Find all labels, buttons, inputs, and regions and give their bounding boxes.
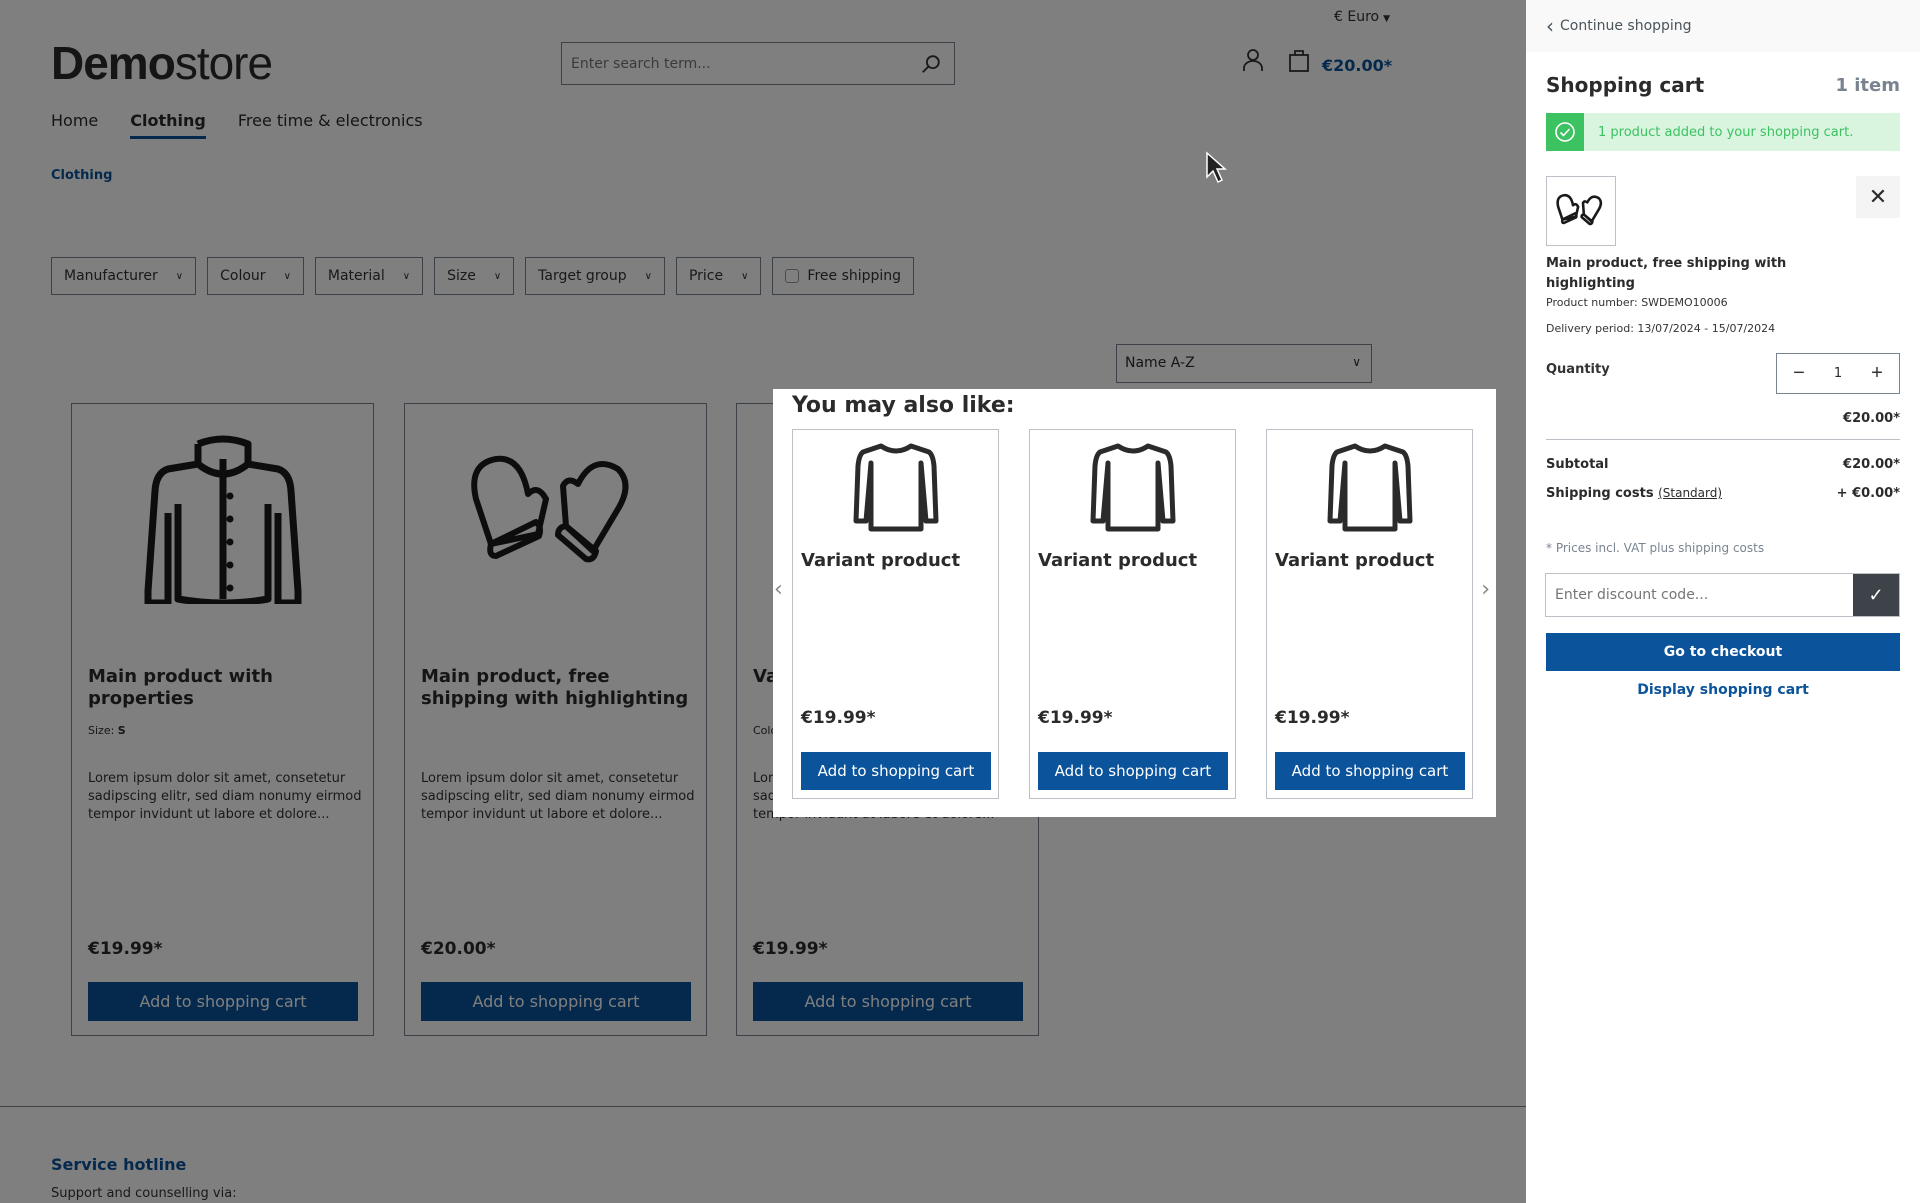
discount-code-input[interactable] xyxy=(1546,574,1853,616)
offcanvas-cart: ‹ Continue shopping Shopping cart 1 item … xyxy=(1526,0,1920,1203)
display-shopping-cart-link[interactable]: Display shopping cart xyxy=(1546,682,1900,698)
recommendation-card: Variant product €19.99* Add to shopping … xyxy=(1029,429,1236,799)
quantity-label: Quantity xyxy=(1546,362,1610,377)
shipping-value: + €0.00* xyxy=(1836,486,1900,501)
delivery-period: Delivery period: 13/07/2024 - 15/07/2024 xyxy=(1546,322,1776,335)
cart-item-image[interactable] xyxy=(1546,176,1616,246)
shipping-method-link[interactable]: (Standard) xyxy=(1658,486,1722,500)
minus-icon[interactable]: − xyxy=(1785,362,1813,385)
go-to-checkout-button[interactable]: Go to checkout xyxy=(1546,633,1900,671)
quantity-value[interactable]: 1 xyxy=(1834,366,1842,381)
recommendation-name[interactable]: Variant product xyxy=(1275,550,1434,571)
modal-title: You may also like: xyxy=(792,393,1015,418)
close-icon: ✕ xyxy=(1868,184,1888,210)
product-image[interactable] xyxy=(1267,440,1472,536)
plus-icon[interactable]: + xyxy=(1863,362,1891,385)
recommendation-price: €19.99* xyxy=(801,708,876,728)
recommendation-price: €19.99* xyxy=(1038,708,1113,728)
apply-discount-button[interactable]: ✓ xyxy=(1853,574,1899,616)
discount-form: ✓ xyxy=(1545,573,1900,617)
success-alert: 1 product added to your shopping cart. xyxy=(1546,113,1900,151)
continue-shopping-link[interactable]: ‹ Continue shopping xyxy=(1526,0,1920,52)
product-image[interactable] xyxy=(793,440,998,536)
divider xyxy=(1546,439,1900,440)
chevron-right-icon[interactable]: › xyxy=(1481,577,1490,602)
cart-title: Shopping cart xyxy=(1546,73,1705,97)
mittens-icon xyxy=(1556,193,1603,226)
shirt-icon xyxy=(853,443,938,532)
cart-item-name[interactable]: Main product, free shipping with highlig… xyxy=(1546,254,1826,294)
recommendation-name[interactable]: Variant product xyxy=(801,550,960,571)
subtotal-row: Subtotal €20.00* xyxy=(1546,457,1900,472)
recommendation-price: €19.99* xyxy=(1275,708,1350,728)
subtotal-value: €20.00* xyxy=(1843,457,1900,472)
alert-message: 1 product added to your shopping cart. xyxy=(1598,124,1854,140)
check-icon: ✓ xyxy=(1868,584,1884,605)
add-to-cart-button[interactable]: Add to shopping cart xyxy=(1275,752,1465,790)
product-number: Product number: SWDEMO10006 xyxy=(1546,296,1728,309)
add-to-cart-button[interactable]: Add to shopping cart xyxy=(1038,752,1228,790)
shipping-label: Shipping costs xyxy=(1546,486,1654,501)
recommendation-card: Variant product €19.99* Add to shopping … xyxy=(792,429,999,799)
line-item-price: €20.00* xyxy=(1843,411,1900,426)
continue-shopping-label: Continue shopping xyxy=(1560,18,1692,34)
cross-selling-modal: You may also like: ‹ Variant product €19… xyxy=(773,389,1496,817)
add-to-cart-button[interactable]: Add to shopping cart xyxy=(801,752,991,790)
shirt-icon xyxy=(1090,443,1175,532)
recommendation-name[interactable]: Variant product xyxy=(1038,550,1197,571)
shirt-icon xyxy=(1327,443,1412,532)
check-circle-icon xyxy=(1546,113,1584,151)
recommendation-card: Variant product €19.99* Add to shopping … xyxy=(1266,429,1473,799)
product-image[interactable] xyxy=(1030,440,1235,536)
remove-item-button[interactable]: ✕ xyxy=(1856,176,1900,218)
mouse-cursor-icon xyxy=(1206,151,1227,184)
cart-item-count: 1 item xyxy=(1835,75,1900,96)
vat-note: * Prices incl. VAT plus shipping costs xyxy=(1546,541,1765,555)
chevron-left-icon: ‹ xyxy=(1546,14,1554,38)
shipping-row: Shipping costs (Standard) + €0.00* xyxy=(1546,486,1900,501)
chevron-left-icon[interactable]: ‹ xyxy=(774,577,783,602)
quantity-stepper: − 1 + xyxy=(1776,353,1900,394)
subtotal-label: Subtotal xyxy=(1546,457,1609,472)
